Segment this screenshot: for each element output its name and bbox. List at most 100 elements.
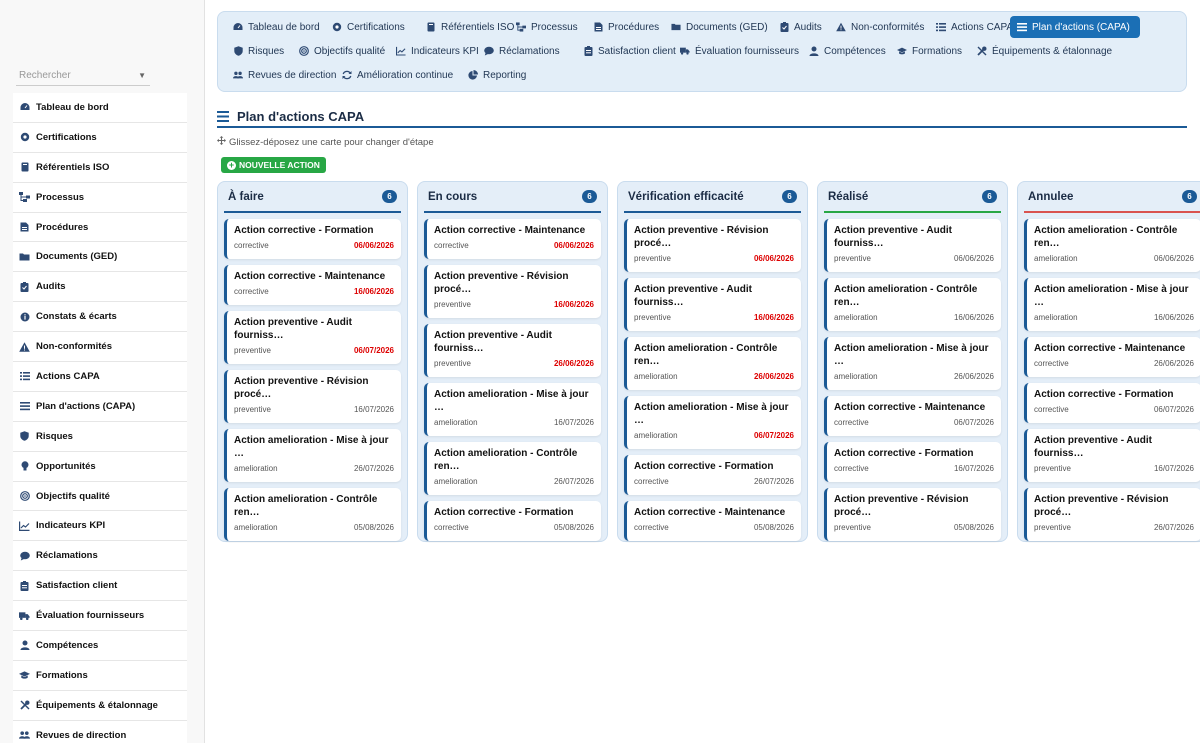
- action-card[interactable]: Action corrective - Maintenance correctiv…: [224, 265, 401, 305]
- nav-item-amelioration-continue[interactable]: Amélioration continue: [335, 65, 460, 85]
- sidebar-item-tableau-de-bord[interactable]: Tableau de bord: [13, 93, 187, 123]
- search-select[interactable]: Rechercher ▼: [16, 66, 150, 86]
- action-card[interactable]: Action preventive - Audit fourniss… preve…: [424, 324, 601, 377]
- new-action-button[interactable]: + NOUVELLE ACTION: [221, 157, 326, 173]
- column-count-badge: 6: [782, 190, 797, 203]
- action-card[interactable]: Action preventive - Audit fourniss… preve…: [824, 219, 1001, 272]
- sidebar-item-risques[interactable]: Risques: [13, 422, 187, 452]
- sidebar-item-constats-ecarts[interactable]: Constats & écarts: [13, 302, 187, 333]
- nav-item-plan-d-actions-capa[interactable]: Plan d'actions (CAPA): [1010, 16, 1140, 38]
- action-card[interactable]: Action preventive - Révision procé… preve…: [224, 370, 401, 423]
- nav-item-documents-ged[interactable]: Documents (GED): [664, 17, 775, 37]
- shield-icon: [233, 46, 243, 56]
- tools-icon: [19, 700, 30, 711]
- sidebar-item-non-conformites[interactable]: Non-conformités: [13, 332, 187, 363]
- sidebar-item-label: Tableau de bord: [36, 101, 109, 113]
- nav-item-certifications[interactable]: Certifications: [325, 17, 412, 37]
- action-card[interactable]: Action amelioration - Contrôle ren… ameli…: [224, 488, 401, 541]
- sidebar-item-actions-capa[interactable]: Actions CAPA: [13, 362, 187, 392]
- card-due-date: 05/08/2026: [553, 523, 594, 532]
- action-card[interactable]: Action corrective - Maintenance correctiv…: [824, 396, 1001, 436]
- sidebar-item-formations[interactable]: Formations: [13, 661, 187, 691]
- sidebar-item-audits[interactable]: Audits: [13, 272, 187, 303]
- sidebar-item-documents-ged[interactable]: Documents (GED): [13, 242, 187, 273]
- action-card[interactable]: Action corrective - Formation corrective 0…: [1024, 383, 1200, 423]
- nav-item-actions-capa[interactable]: Actions CAPA: [929, 17, 1020, 37]
- sidebar-item-reclamations[interactable]: Réclamations: [13, 541, 187, 572]
- action-card[interactable]: Action preventive - Audit fourniss… preve…: [224, 311, 401, 364]
- nav-item-satisfaction-client[interactable]: Satisfaction client: [576, 41, 683, 61]
- nav-item-referentiels-iso[interactable]: Référentiels ISO: [419, 17, 521, 37]
- nav-item-procedures[interactable]: Procédures: [586, 17, 666, 37]
- column-cards: Action corrective - Maintenance correctiv…: [418, 213, 607, 541]
- action-card[interactable]: Action preventive - Audit fourniss… preve…: [624, 278, 801, 331]
- sidebar-item-indicateurs-kpi[interactable]: Indicateurs KPI: [13, 511, 187, 542]
- nav-item-reclamations[interactable]: Réclamations: [477, 41, 567, 61]
- action-card[interactable]: Action preventive - Révision procé… preve…: [424, 265, 601, 318]
- kanban-column-en-cours[interactable]: En cours 6 Action corrective - Maintenance…: [417, 181, 608, 542]
- action-card[interactable]: Action corrective - Formation corrective 1…: [824, 442, 1001, 482]
- column-title: À faire: [228, 190, 264, 203]
- nav-item-evaluation-fournisseurs[interactable]: Évaluation fournisseurs: [673, 41, 806, 61]
- action-card[interactable]: Action corrective - Formation corrective 2…: [624, 455, 801, 495]
- action-card[interactable]: Action corrective - Maintenance correctiv…: [424, 219, 601, 259]
- sidebar-item-evaluation-fournisseurs[interactable]: Évaluation fournisseurs: [13, 601, 187, 632]
- action-card[interactable]: Action amelioration - Contrôle ren… ameli…: [1024, 219, 1200, 272]
- action-card[interactable]: Action preventive - Audit fourniss… preve…: [1024, 429, 1200, 482]
- action-card[interactable]: Action preventive - Révision procé… preve…: [1024, 488, 1200, 541]
- action-card[interactable]: Action corrective - Maintenance correctiv…: [1024, 337, 1200, 377]
- card-due-date: 16/07/2026: [953, 464, 994, 473]
- nav-item-processus[interactable]: Processus: [509, 17, 585, 37]
- action-card[interactable]: Action amelioration - Contrôle ren… ameli…: [824, 278, 1001, 331]
- column-title: Réalisé: [828, 190, 869, 203]
- nav-item-reporting[interactable]: Reporting: [461, 65, 533, 85]
- card-meta: preventive 26/07/2026: [1034, 523, 1194, 532]
- kanban-column-a-faire[interactable]: À faire 6 Action corrective - Formation cor…: [217, 181, 408, 542]
- action-card[interactable]: Action amelioration - Contrôle ren… ameli…: [624, 337, 801, 390]
- column-count-badge: 6: [382, 190, 397, 203]
- nav-item-equipements-etalonnage[interactable]: Équipements & étalonnage: [970, 41, 1119, 61]
- sidebar-item-processus[interactable]: Processus: [13, 183, 187, 213]
- sidebar-item-procedures[interactable]: Procédures: [13, 213, 187, 243]
- action-card[interactable]: Action corrective - Formation corrective 0…: [224, 219, 401, 259]
- nav-item-revues-de-direction[interactable]: Revues de direction: [226, 65, 343, 85]
- action-card[interactable]: Action amelioration - Mise à jour … ameli…: [624, 396, 801, 449]
- sidebar-item-satisfaction-client[interactable]: Satisfaction client: [13, 571, 187, 602]
- nav-item-tableau-de-bord[interactable]: Tableau de bord: [226, 17, 327, 37]
- card-due-date: 26/07/2026: [753, 477, 794, 486]
- nav-item-non-conformites[interactable]: Non-conformités: [829, 17, 931, 37]
- action-card[interactable]: Action amelioration - Contrôle ren… ameli…: [424, 442, 601, 495]
- sidebar-item-equipements-etalonnage[interactable]: Équipements & étalonnage: [13, 691, 187, 721]
- kanban-column-verification-efficacite[interactable]: Vérification efficacité 6 Action preventiv…: [617, 181, 808, 542]
- nav-item-objectifs-qualite[interactable]: Objectifs qualité: [292, 41, 392, 61]
- nav-item-audits[interactable]: Audits: [772, 17, 829, 37]
- card-title: Action preventive - Audit fourniss…: [434, 330, 552, 354]
- action-card[interactable]: Action amelioration - Mise à jour … ameli…: [824, 337, 1001, 390]
- sidebar-item-certifications[interactable]: Certifications: [13, 123, 187, 153]
- sidebar-item-plan-d-actions-capa[interactable]: Plan d'actions (CAPA): [13, 392, 187, 422]
- sidebar-item-objectifs-qualite[interactable]: Objectifs qualité: [13, 482, 187, 512]
- kanban-column-annulee[interactable]: Annulee 6 Action amelioration - Contrôle r…: [1017, 181, 1200, 542]
- action-card[interactable]: Action preventive - Révision procé… preve…: [624, 219, 801, 272]
- sidebar-item-label: Procédures: [36, 221, 89, 233]
- action-card[interactable]: Action corrective - Formation corrective 0…: [424, 501, 601, 541]
- nav-item-formations[interactable]: Formations: [890, 41, 969, 61]
- card-meta: corrective 26/06/2026: [1034, 359, 1194, 368]
- action-card[interactable]: Action preventive - Révision procé… preve…: [824, 488, 1001, 541]
- column-count-badge: 6: [1182, 190, 1197, 203]
- sidebar-item-revues-de-direction[interactable]: Revues de direction: [13, 721, 187, 743]
- chart-line-icon: [396, 46, 406, 56]
- kanban-column-realise[interactable]: Réalisé 6 Action preventive - Audit fourni…: [817, 181, 1008, 542]
- nav-item-risques[interactable]: Risques: [226, 41, 291, 61]
- sidebar-item-competences[interactable]: Compétences: [13, 631, 187, 661]
- nav-item-indicateurs-kpi[interactable]: Indicateurs KPI: [389, 41, 486, 61]
- action-card[interactable]: Action amelioration - Mise à jour … ameli…: [1024, 278, 1200, 331]
- sidebar-item-opportunites[interactable]: Opportunités: [13, 452, 187, 482]
- sync-icon: [342, 70, 352, 80]
- sidebar-item-referentiels-iso[interactable]: Référentiels ISO: [13, 153, 187, 183]
- action-card[interactable]: Action corrective - Maintenance correctiv…: [624, 501, 801, 541]
- file-icon: [593, 22, 603, 32]
- nav-item-competences[interactable]: Compétences: [802, 41, 893, 61]
- action-card[interactable]: Action amelioration - Mise à jour … ameli…: [224, 429, 401, 482]
- action-card[interactable]: Action amelioration - Mise à jour … ameli…: [424, 383, 601, 436]
